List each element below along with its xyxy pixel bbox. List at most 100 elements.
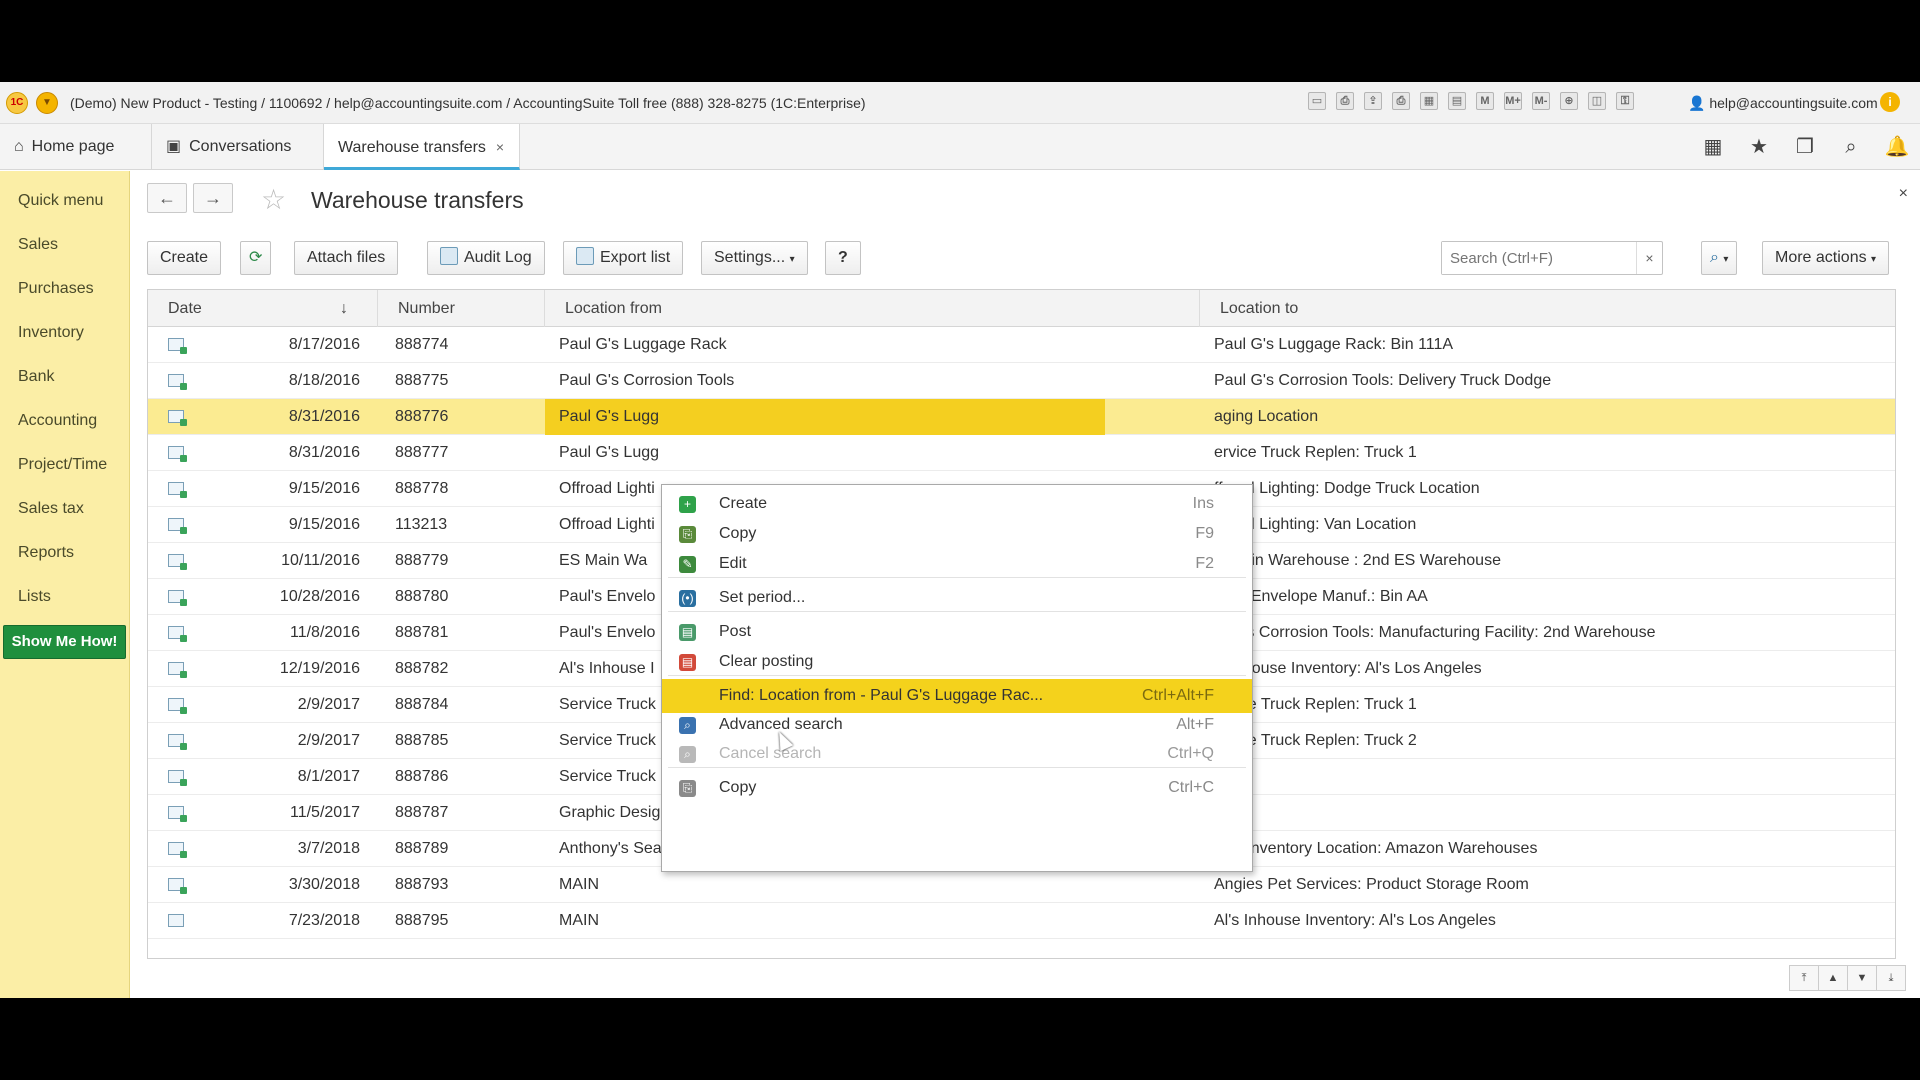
cancel-search-icon: ⌕ (679, 746, 696, 763)
sidebar-item-purchases[interactable]: Purchases (0, 267, 129, 311)
memory-m-icon[interactable]: M (1476, 92, 1494, 110)
sidebar-item-inventory[interactable]: Inventory (0, 311, 129, 355)
menu-item-shortcut: Ctrl+C (1168, 779, 1214, 796)
settings-key-icon[interactable]: ⚿ (1616, 92, 1634, 110)
search-input[interactable] (1442, 242, 1632, 274)
create-button[interactable]: Create (147, 241, 222, 275)
main-menu-icon[interactable]: ▼ (36, 92, 58, 114)
cell-location-from: Paul G's Lugg (545, 399, 1105, 435)
close-form-icon[interactable]: × (1899, 185, 1908, 203)
tab-home-page[interactable]: ⌂ Home page (0, 124, 152, 170)
sidebar-item-sales-tax[interactable]: Sales tax (0, 487, 129, 531)
favorites-star-icon[interactable]: ★ (1736, 124, 1782, 170)
sidebar-item-bank[interactable]: Bank (0, 355, 129, 399)
menu-item-set-period[interactable]: (•) Set period... (662, 581, 1252, 615)
calendar-icon[interactable]: ▤ (1448, 92, 1466, 110)
1c-logo-icon[interactable]: 1C (6, 92, 28, 114)
scroll-up-button[interactable]: ▲ (1818, 965, 1848, 991)
memory-mplus-icon[interactable]: M+ (1504, 92, 1522, 110)
column-header-number[interactable]: Number (378, 290, 545, 327)
plus-icon: + (679, 496, 696, 513)
save-icon[interactable]: ▭ (1308, 92, 1326, 110)
tab-bar: ⌂ Home page ▣ Conversations Warehouse tran… (0, 124, 1920, 170)
posted-document-icon (168, 626, 187, 642)
info-icon[interactable]: i (1880, 92, 1900, 112)
settings-button[interactable]: Settings... ▾ (701, 241, 808, 275)
settings-label: Settings... (714, 249, 786, 266)
current-user[interactable]: 👤 help@accountingsuite.com (1688, 95, 1878, 112)
tab-conversations[interactable]: ▣ Conversations (152, 124, 324, 170)
cell-date: 3/30/2018 (288, 876, 360, 893)
table-row[interactable]: 8/31/2016 888777 Paul G's Lugg ervice Truck… (148, 435, 1895, 471)
menu-item-copy[interactable]: ⎘ Copy Ctrl+C (662, 771, 1252, 805)
table-row[interactable]: 7/23/2018 888795 MAIN Al's Inhouse Inventor… (148, 903, 1895, 939)
menu-item-label: Post (719, 623, 752, 640)
print-icon[interactable]: ⎙ (1336, 92, 1354, 110)
close-tab-icon[interactable]: × (496, 139, 504, 155)
sidebar-item-reports[interactable]: Reports (0, 531, 129, 575)
panels-icon[interactable]: ◫ (1588, 92, 1606, 110)
attach-files-button[interactable]: Attach files (294, 241, 399, 275)
help-button[interactable]: ? (825, 241, 861, 275)
notifications-bell-icon[interactable]: 🔔 (1874, 124, 1920, 170)
sidebar-item-project-time[interactable]: Project/Time (0, 443, 129, 487)
export-list-button[interactable]: Export list (563, 241, 684, 275)
apps-grid-icon[interactable]: ▦ (1690, 124, 1736, 170)
clear-search-icon[interactable]: × (1636, 242, 1662, 274)
title-tools: ▭ ⎙ ⇪ ⎙ ▦ ▤ M M+ M- ⊕ ◫ ⚿ (1308, 92, 1634, 114)
history-icon[interactable]: ❐ (1782, 124, 1828, 170)
menu-item-copy[interactable]: ⎘ Copy F9 (662, 517, 1252, 551)
sidebar-item-lists[interactable]: Lists (0, 575, 129, 619)
cell-location-from: MAIN (559, 876, 599, 893)
table-row[interactable]: 8/17/2016 888774 Paul G's Luggage Rack Paul… (148, 327, 1895, 363)
favorite-star-icon[interactable]: ☆ (261, 183, 286, 216)
table-row[interactable]: 3/30/2018 888793 MAIN Angies Pet Services: … (148, 867, 1895, 903)
posted-document-icon (168, 806, 187, 822)
scroll-down-button[interactable]: ▼ (1847, 965, 1877, 991)
search-options-button[interactable]: ⌕ ▾ (1701, 241, 1738, 275)
audit-log-button[interactable]: Audit Log (427, 241, 545, 275)
scroll-top-button[interactable]: ⤒ (1789, 965, 1819, 991)
export-list-icon (576, 247, 594, 265)
cell-number: 888774 (395, 336, 449, 353)
print-preview-icon[interactable]: ⎙ (1392, 92, 1410, 110)
more-actions-button[interactable]: More actions ▾ (1762, 241, 1890, 275)
tab-label: Conversations (189, 138, 292, 155)
sidebar-item-quick-menu[interactable]: Quick menu (0, 179, 129, 223)
cell-number: 888778 (395, 480, 449, 497)
back-button[interactable]: ← (147, 183, 187, 213)
cell-number: 888777 (395, 444, 449, 461)
menu-item-cancel-search[interactable]: ⌕ Cancel search Ctrl+Q (662, 737, 1252, 771)
menu-item-edit[interactable]: ✎ Edit F2 (662, 547, 1252, 581)
posted-document-icon (168, 446, 187, 462)
export-list-label: Export list (600, 249, 671, 266)
search-icon[interactable]: ⌕ (1828, 124, 1874, 170)
column-header-location-to[interactable]: Location to (1200, 290, 1897, 327)
cell-number: 888786 (395, 768, 449, 785)
tab-warehouse-transfers[interactable]: Warehouse transfers × (324, 124, 520, 170)
memory-mminus-icon[interactable]: M- (1532, 92, 1550, 110)
sidebar-item-accounting[interactable]: Accounting (0, 399, 129, 443)
sort-arrow-icon: ↓ (340, 300, 348, 317)
column-header-date[interactable]: Date ↓ (148, 290, 378, 327)
calculator-icon[interactable]: ▦ (1420, 92, 1438, 110)
menu-item-post[interactable]: ▤ Post (662, 615, 1252, 649)
table-row[interactable]: 8/18/2016 888775 Paul G's Corrosion Tools P… (148, 363, 1895, 399)
menu-item-create[interactable]: + Create Ins (662, 487, 1252, 521)
sidebar-item-sales[interactable]: Sales (0, 223, 129, 267)
scroll-bottom-button[interactable]: ⤓ (1876, 965, 1906, 991)
cell-number: 888775 (395, 372, 449, 389)
refresh-button[interactable]: ⟳ (240, 241, 272, 275)
forward-button[interactable]: → (193, 183, 233, 213)
table-row[interactable]: 8/31/2016 888776 Paul G's Lugg aging Locati… (148, 399, 1895, 435)
show-me-how-button[interactable]: Show Me How! (3, 625, 126, 659)
menu-item-clear-posting[interactable]: ▤ Clear posting (662, 645, 1252, 679)
zoom-icon[interactable]: ⊕ (1560, 92, 1578, 110)
export-icon[interactable]: ⇪ (1364, 92, 1382, 110)
menu-separator (668, 675, 1246, 676)
column-header-location-from[interactable]: Location from (545, 290, 1200, 327)
menu-item-label: Cancel search (719, 745, 822, 762)
cell-location-to: 3PL Inventory Location: Amazon Warehouse… (1214, 840, 1538, 857)
posted-document-icon (168, 698, 187, 714)
refresh-icon: ⟳ (249, 249, 263, 266)
